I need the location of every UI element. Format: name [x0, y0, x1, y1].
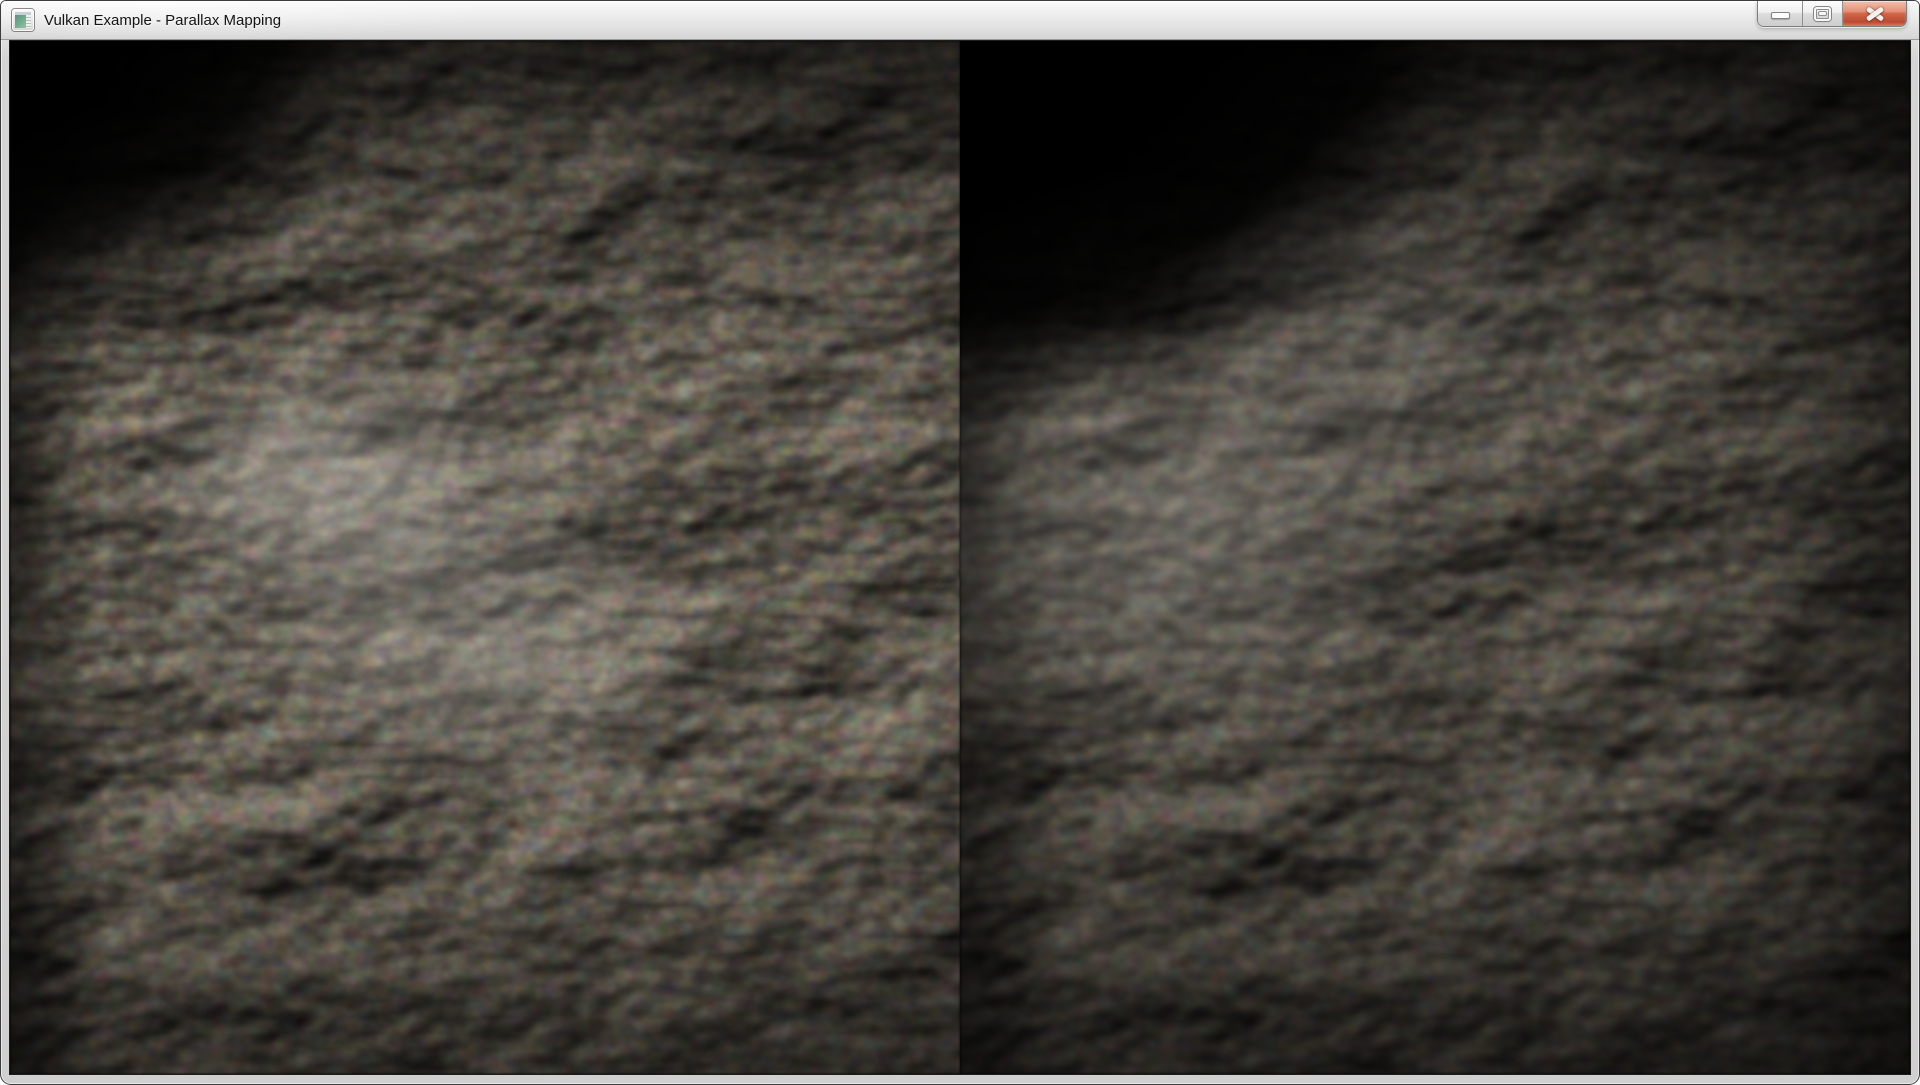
close-icon [1865, 6, 1885, 22]
maximize-button[interactable] [1802, 1, 1842, 26]
app-icon [12, 9, 34, 31]
window-controls [1757, 1, 1907, 27]
render-viewport-right[interactable] [960, 41, 1910, 1074]
minimize-button[interactable] [1758, 1, 1802, 26]
maximize-icon [1814, 7, 1831, 21]
title-bar[interactable]: Vulkan Example - Parallax Mapping [1, 1, 1919, 40]
app-icon-body [15, 15, 31, 28]
app-icon-panel [26, 15, 31, 28]
app-window: Vulkan Example - Parallax Mapping [0, 0, 1920, 1085]
app-icon-screen [15, 12, 31, 28]
rock-texture-right [960, 41, 1910, 1074]
window-title: Vulkan Example - Parallax Mapping [44, 12, 281, 29]
rock-texture-left [10, 41, 960, 1074]
render-viewport-left[interactable] [10, 41, 960, 1074]
close-button[interactable] [1842, 1, 1906, 26]
minimize-icon [1771, 12, 1790, 19]
render-area [9, 40, 1911, 1075]
